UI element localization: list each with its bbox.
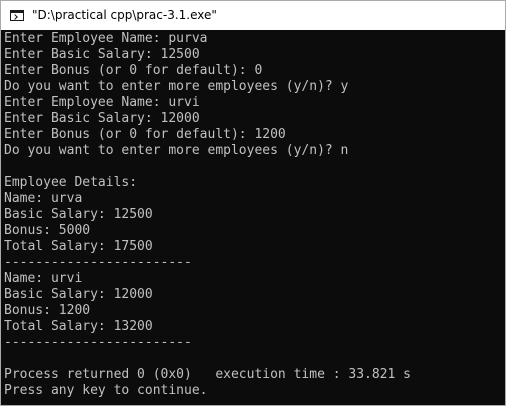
console-line: Employee Details: bbox=[4, 175, 138, 190]
console-line: Total Salary: 17500 bbox=[4, 239, 153, 254]
console-line: Bonus: 5000 bbox=[4, 223, 91, 238]
console-line: Name: urvi bbox=[4, 271, 83, 286]
console-line: Name: urva bbox=[4, 191, 83, 206]
console-line: Total Salary: 13200 bbox=[4, 319, 153, 334]
console-line: Process returned 0 (0x0) execution time … bbox=[4, 367, 411, 382]
console-line: Enter Basic Salary: 12000 bbox=[4, 111, 200, 126]
console-line: Bonus: 1200 bbox=[4, 303, 91, 318]
console-line: Basic Salary: 12000 bbox=[4, 287, 153, 302]
console-line: Basic Salary: 12500 bbox=[4, 207, 153, 222]
console-line: Enter Basic Salary: 12500 bbox=[4, 47, 200, 62]
console-line: Do you want to enter more employees (y/n… bbox=[4, 79, 349, 94]
console-output-area[interactable]: Enter Employee Name: purva Enter Basic S… bbox=[1, 30, 505, 405]
console-app-icon bbox=[10, 9, 24, 21]
console-line: Enter Bonus (or 0 for default): 1200 bbox=[4, 127, 286, 142]
window-title: "D:\practical cpp\prac-3.1.exe" bbox=[32, 8, 217, 22]
console-window: "D:\practical cpp\prac-3.1.exe" Enter Em… bbox=[0, 0, 506, 406]
console-line: ------------------------ bbox=[4, 335, 192, 350]
console-line: Enter Bonus (or 0 for default): 0 bbox=[4, 63, 263, 78]
console-line: Enter Employee Name: purva bbox=[4, 31, 208, 46]
console-line: ------------------------ bbox=[4, 255, 192, 270]
console-lines: Enter Employee Name: purva Enter Basic S… bbox=[4, 31, 411, 399]
console-line: Do you want to enter more employees (y/n… bbox=[4, 143, 349, 158]
console-line: Enter Employee Name: urvi bbox=[4, 95, 200, 110]
title-bar[interactable]: "D:\practical cpp\prac-3.1.exe" bbox=[1, 1, 505, 29]
console-line: Press any key to continue. bbox=[4, 383, 208, 398]
